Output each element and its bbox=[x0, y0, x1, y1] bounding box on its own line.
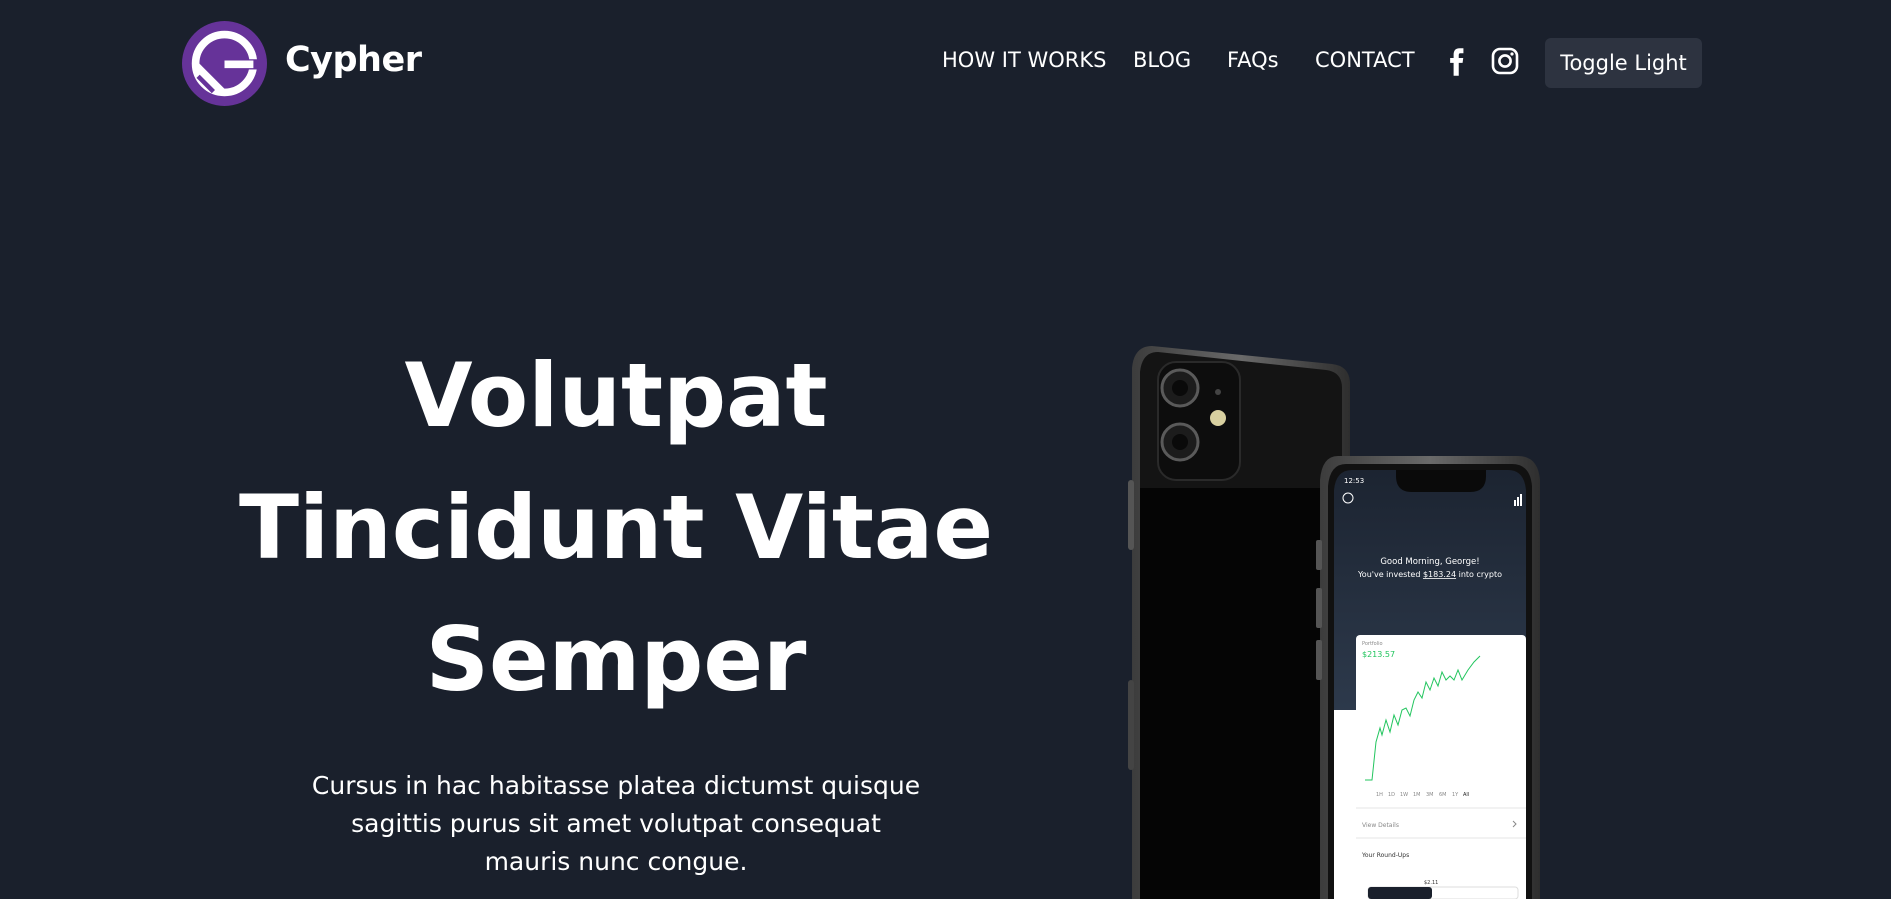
range-option[interactable]: 1D bbox=[1388, 792, 1395, 798]
gatsby-logo-icon[interactable] bbox=[182, 21, 267, 106]
hero-title-line: Semper bbox=[425, 608, 807, 711]
phone-mockup-image: 12:53 Good Morning, George! You've inves… bbox=[1128, 346, 1540, 899]
phone-greeting: Good Morning, George! bbox=[1380, 557, 1479, 567]
round-ups-heading: Your Round-Ups bbox=[1361, 852, 1409, 859]
hero-title-line: Tincidunt Vitae bbox=[238, 476, 993, 579]
hero-subtitle: Cursus in hac habitasse platea dictumst … bbox=[311, 771, 921, 876]
phone-invested-line: You've invested $183.24 into crypto bbox=[1357, 570, 1502, 579]
hero-title: Volutpat Tincidunt Vitae Semper bbox=[236, 330, 996, 726]
range-option[interactable]: 6M bbox=[1439, 792, 1447, 798]
invested-amount: $183.24 bbox=[1423, 570, 1456, 579]
range-option[interactable]: 1W bbox=[1400, 792, 1408, 798]
invested-suffix: into crypto bbox=[1456, 570, 1502, 579]
brand-name[interactable]: Cypher bbox=[285, 40, 422, 80]
toggle-theme-button[interactable]: Toggle Light bbox=[1545, 38, 1702, 88]
nav-contact[interactable]: CONTACT bbox=[1315, 48, 1415, 72]
hero-title-line: Volutpat bbox=[404, 344, 828, 447]
nav-faqs[interactable]: FAQs bbox=[1227, 48, 1279, 72]
portfolio-label: Portfolio bbox=[1362, 641, 1383, 647]
facebook-icon[interactable] bbox=[1446, 48, 1468, 76]
site-header: Cypher HOW IT WORKS BLOG FAQs CONTACT To… bbox=[0, 0, 1891, 125]
range-option[interactable]: 1H bbox=[1376, 792, 1383, 798]
invested-prefix: You've invested bbox=[1357, 570, 1423, 579]
nav-how-it-works[interactable]: HOW IT WORKS bbox=[942, 48, 1106, 72]
range-option[interactable]: 1Y bbox=[1452, 792, 1459, 798]
phone-time: 12:53 bbox=[1344, 477, 1364, 485]
instagram-icon[interactable] bbox=[1491, 47, 1519, 75]
round-up-value: $2.11 bbox=[1424, 880, 1438, 886]
range-option[interactable]: 1M bbox=[1413, 792, 1421, 798]
nav-blog[interactable]: BLOG bbox=[1133, 48, 1191, 72]
front-phone: 12:53 Good Morning, George! You've inves… bbox=[1316, 456, 1540, 899]
range-option[interactable]: All bbox=[1463, 792, 1469, 798]
view-details-link[interactable]: View Details bbox=[1362, 822, 1399, 829]
range-option[interactable]: 3M bbox=[1426, 792, 1434, 798]
portfolio-value: $213.57 bbox=[1362, 650, 1395, 659]
